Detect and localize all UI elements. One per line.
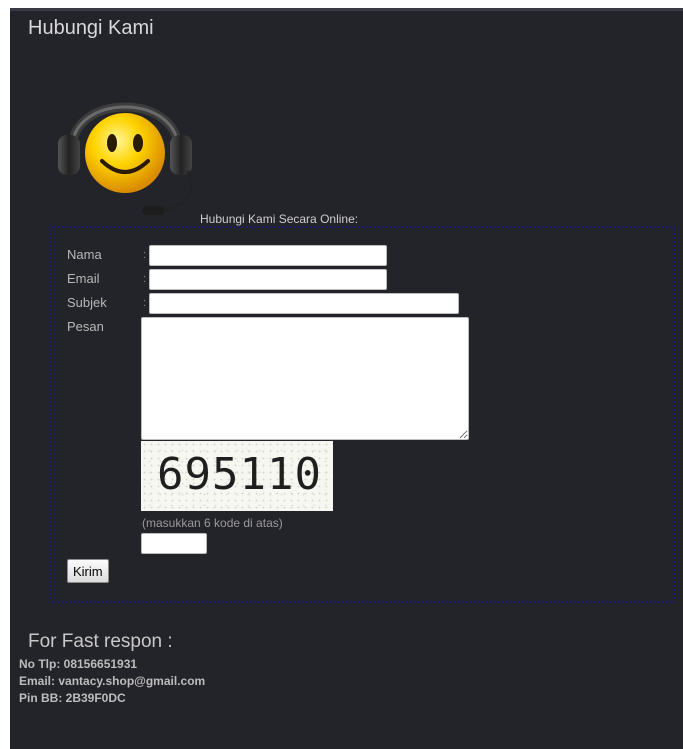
- email-field[interactable]: [149, 269, 387, 290]
- email-label: Email: [67, 271, 100, 286]
- message-textarea[interactable]: [141, 317, 469, 440]
- form-caption: Hubungi Kami Secara Online:: [200, 212, 359, 226]
- subject-label: Subjek: [67, 295, 107, 310]
- name-field[interactable]: [149, 245, 387, 266]
- contact-email: Email: vantacy.shop@gmail.com: [19, 674, 206, 688]
- captcha-input[interactable]: [141, 533, 207, 554]
- captcha-hint: (masukkan 6 kode di atas): [142, 516, 283, 530]
- contact-phone: No Tlp: 08156651931: [19, 657, 138, 671]
- fast-response-title: For Fast respon :: [28, 631, 173, 652]
- subject-colon: :: [143, 297, 147, 309]
- contact-pin: Pin BB: 2B39F0DC: [19, 691, 126, 705]
- name-colon: :: [143, 249, 147, 261]
- contact-panel: Hubungi Kami Hubungi Kami Secara Online:…: [10, 8, 683, 749]
- page-title: Hubungi Kami: [28, 17, 154, 39]
- name-label: Nama: [67, 247, 102, 262]
- email-colon: :: [143, 273, 147, 285]
- captcha-image: 695110: [141, 441, 333, 511]
- submit-button[interactable]: Kirim: [67, 559, 109, 583]
- smiley-headset-icon: [50, 71, 200, 221]
- message-label: Pesan: [67, 319, 104, 334]
- subject-field[interactable]: [149, 293, 459, 314]
- captcha-code: 695110: [157, 449, 322, 500]
